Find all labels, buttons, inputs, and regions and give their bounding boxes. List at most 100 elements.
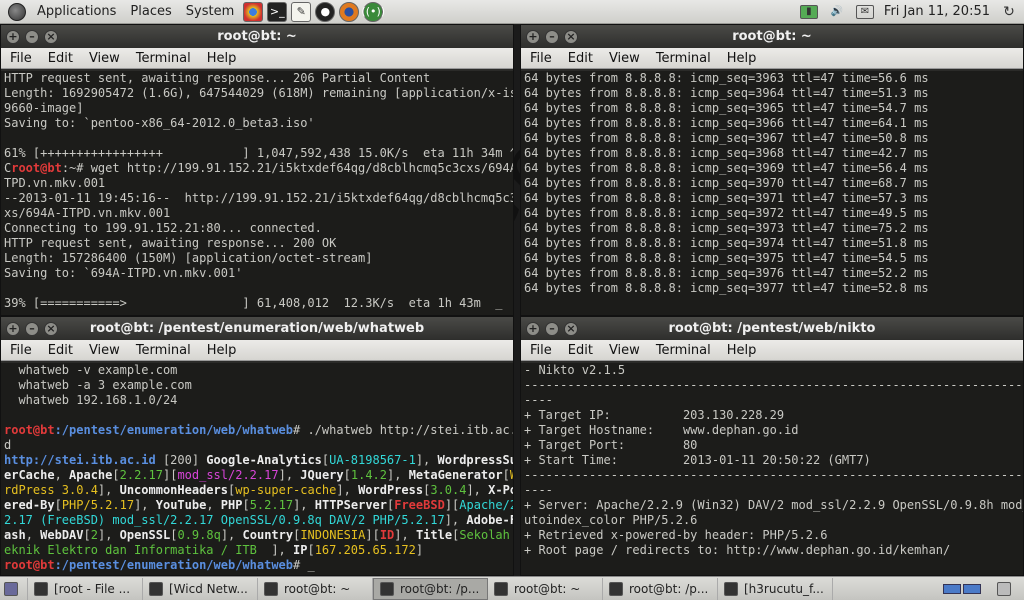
terminal-output[interactable]: 64 bytes from 8.8.8.8: icmp_seq=3963 ttl… xyxy=(521,71,1023,315)
terminal-line: eknik Elektro dan Informatika / ITB ], I… xyxy=(4,543,513,558)
window-titlebar[interactable]: + – × root@bt: /pentest/enumeration/web/… xyxy=(1,317,513,340)
chrome-icon[interactable] xyxy=(243,1,264,22)
taskbar-item[interactable]: [root - File ... xyxy=(28,577,143,600)
menu-terminal[interactable]: Terminal xyxy=(648,343,719,358)
app-icon[interactable]: ● xyxy=(315,1,336,22)
workspace-1[interactable] xyxy=(943,583,961,594)
menu-terminal[interactable]: Terminal xyxy=(648,51,719,66)
taskbar-item-label: [root - File ... xyxy=(54,581,131,596)
close-icon[interactable]: × xyxy=(44,29,58,44)
taskbar-item[interactable]: [h3rucutu_f... xyxy=(718,577,833,600)
menu-edit[interactable]: Edit xyxy=(40,343,81,358)
terminal-line: ash, WebDAV[2], OpenSSL[0.9.8q], Country… xyxy=(4,528,513,543)
terminal-output[interactable]: - Nikto v2.1.5 --------------------------… xyxy=(521,363,1023,575)
minimize-icon[interactable]: – xyxy=(25,29,39,44)
taskbar-item[interactable]: root@bt: /p... xyxy=(373,577,488,600)
terminal-text: [ xyxy=(307,543,315,557)
menu-view[interactable]: View xyxy=(601,343,648,358)
terminal-output[interactable]: HTTP request sent, awaiting response... … xyxy=(1,71,513,315)
text-editor-icon[interactable]: ✎ xyxy=(291,1,312,22)
menu-terminal[interactable]: Terminal xyxy=(128,343,199,358)
menu-terminal[interactable]: Terminal xyxy=(128,51,199,66)
menu-view[interactable]: View xyxy=(81,343,128,358)
terminal-text: ], xyxy=(134,498,156,512)
terminal-line: ered-By[PHP/5.2.17], YouTube, PHP[5.2.17… xyxy=(4,498,513,513)
minimize-icon[interactable]: – xyxy=(545,29,559,44)
workspace-2[interactable] xyxy=(963,583,981,594)
terminal-line: 64 bytes from 8.8.8.8: icmp_seq=3971 ttl… xyxy=(524,191,1023,206)
terminal-text: Saving to: `pentoo-x86_64-2012.0_beta3.i… xyxy=(4,116,315,130)
terminal-text: ][ xyxy=(444,498,460,512)
menu-help[interactable]: Help xyxy=(719,51,765,66)
terminal-window-ping[interactable]: + – × root@bt: ~ File Edit View Terminal… xyxy=(520,24,1024,316)
power-icon[interactable]: ↻ xyxy=(1000,4,1018,20)
terminal-text: whatweb -v example.com xyxy=(4,363,178,377)
terminal-text: _ xyxy=(524,573,531,575)
workspace-switcher[interactable] xyxy=(942,583,984,595)
terminal-output[interactable]: whatweb -v example.com whatweb -a 3 exam… xyxy=(1,363,513,575)
menu-edit[interactable]: Edit xyxy=(560,343,601,358)
minimize-icon[interactable]: – xyxy=(545,321,559,336)
maximize-icon[interactable]: + xyxy=(6,321,20,336)
close-icon[interactable]: × xyxy=(564,29,578,44)
menu-help[interactable]: Help xyxy=(199,51,245,66)
terminal-text: [200] xyxy=(155,453,207,467)
window-titlebar[interactable]: + – × root@bt: ~ xyxy=(1,25,513,48)
firefox-icon[interactable] xyxy=(339,1,360,22)
terminal-line: 64 bytes from 8.8.8.8: icmp_seq=3969 ttl… xyxy=(524,161,1023,176)
maximize-icon[interactable]: + xyxy=(526,29,540,44)
terminal-text: ], xyxy=(293,498,315,512)
menu-edit[interactable]: Edit xyxy=(560,51,601,66)
menu-file[interactable]: File xyxy=(521,343,560,358)
terminal-window-wget[interactable]: + – × root@bt: ~ File Edit View Terminal… xyxy=(0,24,514,316)
menu-help[interactable]: Help xyxy=(199,343,245,358)
minimize-icon[interactable]: – xyxy=(25,321,39,336)
trash-icon xyxy=(997,581,1011,596)
menu-file[interactable]: File xyxy=(1,51,40,66)
menu-file[interactable]: File xyxy=(521,51,560,66)
maximize-icon[interactable]: + xyxy=(526,321,540,336)
terminal-line: --2013-01-11 19:45:16-- http://199.91.15… xyxy=(4,191,513,206)
terminal-window-whatweb[interactable]: + – × root@bt: /pentest/enumeration/web/… xyxy=(0,316,514,576)
window-titlebar[interactable]: + – × root@bt: /pentest/web/nikto xyxy=(521,317,1023,340)
close-icon[interactable]: × xyxy=(44,321,58,336)
terminal-line: xs/694A-ITPD.vn.mkv.001 xyxy=(4,206,513,221)
wicd-icon[interactable]: ((•)) xyxy=(361,1,385,22)
terminal-text: [ xyxy=(83,528,91,542)
menu-view[interactable]: View xyxy=(81,51,128,66)
battery-icon[interactable]: ▮ xyxy=(799,4,818,19)
distro-logo-icon[interactable] xyxy=(8,2,26,21)
terminal-text: 64 bytes from 8.8.8.8: icmp_seq=3967 ttl… xyxy=(524,131,929,145)
window-titlebar[interactable]: + – × root@bt: ~ xyxy=(521,25,1023,48)
menu-edit[interactable]: Edit xyxy=(40,51,81,66)
close-icon[interactable]: × xyxy=(564,321,578,336)
menu-help[interactable]: Help xyxy=(719,343,765,358)
taskbar-item[interactable]: root@bt: ~ xyxy=(258,577,373,600)
taskbar-item[interactable]: root@bt: /p... xyxy=(603,577,718,600)
menu-file[interactable]: File xyxy=(1,343,40,358)
volume-icon[interactable]: 🔊 xyxy=(828,5,846,19)
clock[interactable]: Fri Jan 11, 20:51 xyxy=(884,4,990,19)
taskbar-item[interactable]: root@bt: ~ xyxy=(488,577,603,600)
menu-system[interactable]: System xyxy=(179,0,241,24)
menu-applications[interactable]: Applications xyxy=(30,0,123,24)
terminal-text: whatweb 192.168.1.0/24 xyxy=(4,393,178,407)
terminal-text: ----------------------------------------… xyxy=(524,378,1023,392)
terminal-line: TPD.vn.mkv.001 xyxy=(4,176,513,191)
trash-button[interactable] xyxy=(984,578,1024,600)
window-title: root@bt: /pentest/web/nikto xyxy=(668,321,876,336)
menu-view[interactable]: View xyxy=(601,51,648,66)
task-list: [root - File ... [Wicd Netw... root@bt: ~ r… xyxy=(28,577,833,600)
terminal-icon[interactable]: >_ xyxy=(267,1,288,22)
show-desktop-button[interactable] xyxy=(0,577,28,600)
mail-icon[interactable]: ✉ xyxy=(855,4,874,19)
terminal-window-nikto[interactable]: + – × root@bt: /pentest/web/nikto File E… xyxy=(520,316,1024,576)
terminal-text: Google-Analytics xyxy=(206,453,322,467)
terminal-text: ], xyxy=(220,528,243,542)
taskbar-item[interactable]: [Wicd Netw... xyxy=(143,577,258,600)
terminal-text: MetaGenerator xyxy=(408,468,503,482)
maximize-icon[interactable]: + xyxy=(6,29,20,44)
terminal-text: 64 bytes from 8.8.8.8: icmp_seq=3971 ttl… xyxy=(524,191,929,205)
menu-places[interactable]: Places xyxy=(123,0,178,24)
terminal-icon xyxy=(609,581,623,596)
